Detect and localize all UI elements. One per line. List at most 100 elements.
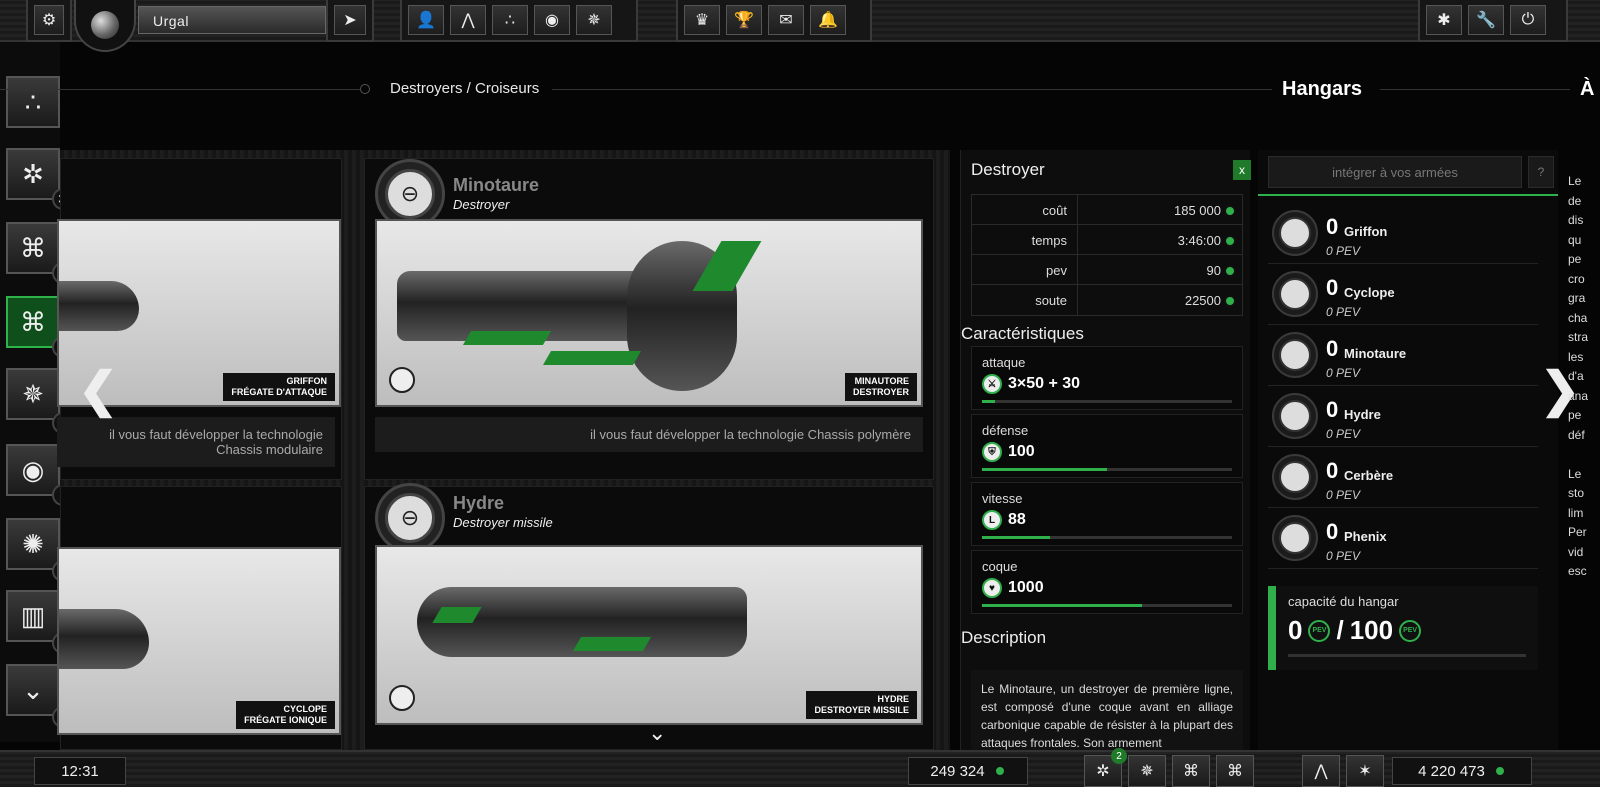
stat-row: coût 185 000	[972, 195, 1242, 225]
prev-arrow-icon[interactable]: ❮	[78, 362, 118, 418]
ship-details-panel: Destroyer x coût 185 000 temps 3:46:00 pev…	[960, 150, 1251, 750]
scroll-down-icon[interactable]: ⌄	[648, 720, 666, 746]
planet-icon	[91, 11, 119, 39]
hangar-row-cerbere[interactable]: 0 Cerbère 0 PEV	[1268, 448, 1538, 508]
resource-2: 4 220 473	[1392, 757, 1532, 785]
queue-badge: 2	[1111, 748, 1127, 764]
stat-attack: attaque ⚔ 3×50 + 30	[971, 346, 1243, 410]
ship-name: Hydre	[453, 493, 505, 513]
resource-icon	[1224, 205, 1236, 217]
gear-icon[interactable]: ⚙	[34, 5, 64, 35]
ship-card-griffon[interactable]: GRIFFON FRÉGATE D'ATTAQUE il vous faut dé…	[57, 158, 342, 480]
nav-chevron-down-icon[interactable]: ⌄	[6, 664, 60, 716]
page-title-next[interactable]: À	[1580, 78, 1594, 101]
planet-name[interactable]: Urgal	[138, 6, 326, 34]
planet-avatar[interactable]	[74, 0, 136, 52]
ship-image: CYCLOPE FRÉGATE IONIQUE	[57, 547, 341, 735]
ship-emblem: ⊖	[375, 483, 445, 553]
divider	[552, 89, 1272, 90]
ship-card-cyclope[interactable]: CYCLOPE FRÉGATE IONIQUE	[57, 486, 342, 750]
nav-gear-wheel-icon[interactable]: ✲	[6, 148, 60, 200]
ship-card-minotaure[interactable]: ⊖ Minotaure Destroyer MINAUTORE DESTROYER…	[364, 158, 934, 480]
ship-emblem-icon: ⊖	[385, 169, 435, 219]
nav-destroyer-icon[interactable]: ⌘	[6, 296, 60, 348]
requirement-note: il vous faut développer la technologie C…	[375, 417, 923, 452]
capacity-used: 0	[1288, 615, 1303, 645]
queue-star-icon[interactable]: ✵	[1128, 755, 1166, 787]
hangar-row-cyclope[interactable]: 0 Cyclope 0 PEV	[1268, 265, 1538, 325]
cargo-icon	[1224, 295, 1236, 307]
trophy-cup-icon[interactable]: ♛	[684, 5, 720, 35]
send-group: ➤	[326, 0, 374, 42]
bell-icon[interactable]: 🔔	[810, 5, 846, 35]
cost-table: coût 185 000 temps 3:46:00 pev 90 soute 2250…	[971, 194, 1243, 316]
breadcrumb[interactable]: Destroyers / Croiseurs	[390, 80, 539, 97]
queue-frigate-icon[interactable]: ⌘	[1172, 755, 1210, 787]
cyclope-icon	[1272, 271, 1318, 317]
nav-frigate-icon[interactable]: ⌘	[6, 222, 60, 274]
ship-tag: HYDRE DESTROYER MISSILE	[806, 691, 917, 719]
wrench-icon[interactable]: 🔧	[1468, 5, 1504, 35]
tower-icon[interactable]: ⋀	[1302, 755, 1340, 787]
hangar-row-minotaure[interactable]: 0 Minotaure 0 PEV	[1268, 326, 1538, 386]
tower-icon[interactable]: ⋀	[450, 5, 486, 35]
ship-card-hydre[interactable]: ⊖ Hydre Destroyer missile HYDRE DESTROYER…	[364, 483, 934, 750]
resource-1: 249 324	[908, 757, 1028, 785]
close-button[interactable]: x	[1233, 160, 1251, 180]
bottom-bar: 12:31 249 324 ✲ 2 ✵ ⌘ ⌘ ⋀ ✶ 4 220 473	[0, 748, 1600, 787]
top-bar: ⚙ Urgal ➤ 👤 ⋀ ∴ ◉ ✵ ♛ 🏆 ✉ 🔔 ✱ 🔧 ⏻	[0, 0, 1600, 52]
resource-icon	[993, 765, 1006, 777]
shield-icon: ⛨	[982, 442, 1002, 462]
nav-dots-icon[interactable]: ∴	[6, 76, 60, 128]
nav-burst-icon[interactable]: ✺	[6, 518, 60, 570]
hangar-row-phenix[interactable]: 0 Phenix 0 PEV	[1268, 509, 1538, 569]
divider	[1258, 194, 1558, 196]
hangar-row-hydre[interactable]: 0 Hydre 0 PEV	[1268, 387, 1538, 447]
speed-icon: L	[982, 510, 1002, 530]
minotaure-icon	[1272, 332, 1318, 378]
mail-icon[interactable]: ✉	[768, 5, 804, 35]
ship-image: MINAUTORE DESTROYER	[375, 219, 923, 407]
send-icon[interactable]: ➤	[334, 5, 366, 35]
queue-destroyer-icon[interactable]: ⌘	[1216, 755, 1254, 787]
nav-city-icon[interactable]: ▥	[6, 590, 60, 642]
attack-icon[interactable]: ✶	[1346, 755, 1384, 787]
pev-icon: PEV	[1399, 619, 1422, 642]
nav-target-icon[interactable]: ◉	[6, 444, 60, 496]
hangar-capacity: capacité du hangar 0 PEV / 100 PEV	[1268, 586, 1538, 670]
ship-tag: CYCLOPE FRÉGATE IONIQUE	[236, 701, 335, 729]
dots-icon[interactable]: ∴	[492, 5, 528, 35]
ship-name: Minotaure	[453, 175, 540, 195]
queue-gear-icon[interactable]: ✲ 2	[1084, 748, 1127, 787]
settings-group: ⚙	[26, 0, 72, 42]
ship-tag: GRIFFON FRÉGATE D'ATTAQUE	[223, 373, 335, 401]
heart-icon: ♥	[982, 578, 1002, 598]
details-title: Destroyer	[971, 160, 1045, 179]
left-nav: ∴ ✲ 33 ⌘ 22 ⌘ 1 ✵ 22 ◉ 1 ✺ 1 ▥ 32 ⌄ 32	[0, 42, 78, 742]
breadcrumb-dot	[360, 84, 370, 94]
description-text: Le Minotaure, un destroyer de première l…	[971, 670, 1243, 750]
clock-icon[interactable]: ◉	[534, 5, 570, 35]
stat-row: soute 22500	[972, 285, 1242, 315]
stat-row: pev 90	[972, 255, 1242, 285]
ship-image: HYDRE DESTROYER MISSILE	[375, 545, 923, 725]
user-icon[interactable]: 👤	[408, 5, 444, 35]
stat-hull: coque ♥ 1000	[971, 550, 1243, 614]
ship-logo-icon	[389, 685, 415, 711]
phenix-icon	[1272, 515, 1318, 561]
compass-icon[interactable]: ✵	[576, 5, 612, 35]
trophy-icon[interactable]: 🏆	[726, 5, 762, 35]
nav-star-icon[interactable]: ✵	[6, 368, 60, 420]
power-icon[interactable]: ⏻	[1510, 5, 1546, 35]
hangar-row-griffon[interactable]: 0 Griffon 0 PEV	[1268, 204, 1538, 264]
description-title: Description	[961, 628, 1047, 647]
stat-defense: défense ⛨ 100	[971, 414, 1243, 478]
side-panel-text: Le de dis qu pe cro gra cha stra les d'a ana pe déf L…	[1568, 174, 1589, 578]
bug-icon[interactable]: ✱	[1426, 5, 1462, 35]
integrate-button[interactable]: intégrer à vos armées	[1268, 156, 1522, 188]
hangar-panel: intégrer à vos armées ? 0 Griffon 0 PEV …	[1258, 150, 1558, 750]
ship-type: Destroyer	[453, 197, 510, 212]
help-button[interactable]: ?	[1528, 156, 1554, 188]
ship-tag: MINAUTORE DESTROYER	[844, 373, 917, 401]
sword-icon: ⚔	[982, 374, 1002, 394]
